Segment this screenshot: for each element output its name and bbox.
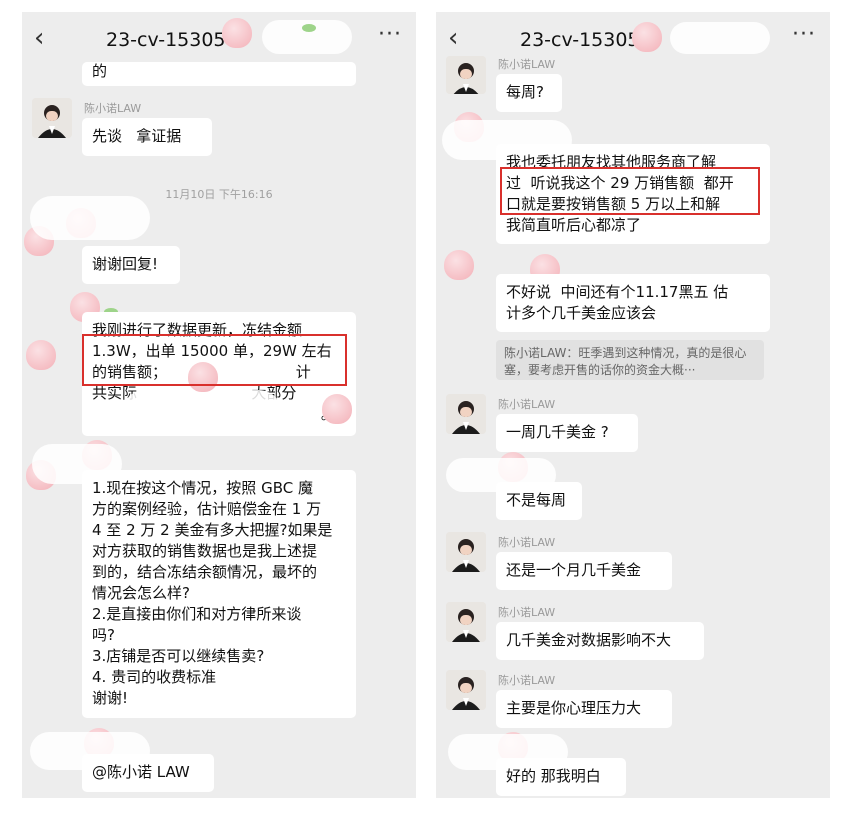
message-text: 计多个几千美金应该会 <box>506 304 657 322</box>
message-bubble[interactable]: 一周几千美金 ? <box>496 414 638 452</box>
message-bubble[interactable]: 好的 那我明白 <box>496 758 626 796</box>
message-text: 不是每周 <box>506 491 567 509</box>
message-text: 不好说 中间还有个11.17黑五 估 <box>506 283 729 301</box>
quote-text: 陈小诺LAW：旺季遇到这种情况，真的是很心塞，要考虑开售的话你的资金大概··· <box>504 346 747 377</box>
chat-panel-right: ‹ 23-cv-15305 ··· 陈小诺LAW 每周? 我也委托朋友找其他服务… <box>436 12 830 798</box>
sender-name: 陈小诺LAW <box>498 398 556 411</box>
message-text: 2.是直接由你们和对方律所来谈 <box>92 605 302 623</box>
message-text: 我简直听后心都凉了 <box>506 216 642 234</box>
message-text: 到的，结合冻结余额情况，最坏的 <box>92 563 318 581</box>
sender-name: 陈小诺LAW <box>498 674 556 687</box>
message-text: 的 <box>92 62 108 80</box>
cloud-sticker <box>30 196 150 240</box>
chevron-left-icon[interactable]: ‹ <box>34 23 44 53</box>
sender-name: 陈小诺LAW <box>498 536 556 549</box>
message-text: 主要是你心理压力大 <box>506 699 642 717</box>
message-text: 情况会怎么样? <box>92 584 190 602</box>
flower-sticker <box>632 22 662 52</box>
cloud-sticker <box>670 22 770 54</box>
ellipsis-icon[interactable]: ··· <box>378 22 402 47</box>
chat-panel-left: ‹ 23-cv-15305 ··· 的 陈小诺LAW 先谈 拿证据 11月10日… <box>22 12 416 798</box>
message-bubble[interactable]: 还是一个月几千美金 <box>496 552 672 590</box>
message-text: 几千美金对数据影响不大 <box>506 631 672 649</box>
message-bubble[interactable]: 谢谢回复! <box>82 246 180 284</box>
message-text: 好的 那我明白 <box>506 767 601 785</box>
leaf-sticker <box>302 24 316 32</box>
message-bubble[interactable]: 的 <box>82 62 356 86</box>
message-text: 谢谢! <box>92 689 129 707</box>
avatar[interactable] <box>446 394 486 434</box>
quoted-reply[interactable]: 陈小诺LAW：旺季遇到这种情况，真的是很心塞，要考虑开售的话你的资金大概··· <box>496 340 764 380</box>
flower-sticker <box>222 18 252 48</box>
avatar[interactable] <box>32 98 72 138</box>
ellipsis-icon[interactable]: ··· <box>792 22 816 47</box>
message-text: 3.店铺是否可以继续售卖? <box>92 647 265 665</box>
chevron-left-icon[interactable]: ‹ <box>448 23 458 53</box>
message-text: 吗? <box>92 626 115 644</box>
message-text: 1.现在按这个情况，按照 GBC 魔 <box>92 479 313 497</box>
message-bubble[interactable]: 1.现在按这个情况，按照 GBC 魔 方的案例经验，估计赔偿金在 1 万 4 至… <box>82 470 356 718</box>
avatar[interactable] <box>446 532 486 572</box>
message-text: 4. 贵司的收费标准 <box>92 668 217 686</box>
avatar[interactable] <box>446 670 486 710</box>
sender-name: 陈小诺LAW <box>498 606 556 619</box>
message-bubble[interactable]: 主要是你心理压力大 <box>496 690 672 728</box>
chat-title: 23-cv-15305 <box>520 29 640 51</box>
message-bubble[interactable]: @陈小诺 LAW <box>82 754 214 792</box>
message-text: 方的案例经验，估计赔偿金在 1 万 <box>92 500 322 518</box>
message-bubble[interactable]: 每周? <box>496 74 562 112</box>
message-text: 先谈 拿证据 <box>92 127 182 145</box>
message-bubble[interactable]: 先谈 拿证据 <box>82 118 212 156</box>
sender-name: 陈小诺LAW <box>498 58 556 71</box>
flower-sticker <box>322 394 352 424</box>
avatar[interactable] <box>446 602 486 642</box>
message-text: 4 至 2 万 2 美金有多大把握?如果是 <box>92 521 333 539</box>
message-text: 对方获取的销售数据也是我上述提 <box>92 542 318 560</box>
message-bubble[interactable]: 几千美金对数据影响不大 <box>496 622 704 660</box>
message-bubble[interactable]: 不是每周 <box>496 482 582 520</box>
message-text: 一周几千美金 ? <box>506 423 609 441</box>
message-text: 谢谢回复! <box>92 255 159 273</box>
chat-title: 23-cv-15305 <box>106 29 226 51</box>
message-bubble[interactable]: 不好说 中间还有个11.17黑五 估 计多个几千美金应该会 <box>496 274 770 332</box>
message-text: 还是一个月几千美金 <box>506 561 642 579</box>
highlight-box <box>82 334 347 386</box>
cloud-sticker <box>122 390 282 436</box>
avatar[interactable] <box>446 56 486 94</box>
flower-sticker <box>26 340 56 370</box>
highlight-box <box>500 167 760 215</box>
message-text: @陈小诺 LAW <box>92 763 190 781</box>
flower-sticker <box>444 250 474 280</box>
chat-header: ‹ 23-cv-15305 ··· <box>22 12 416 68</box>
sender-name: 陈小诺LAW <box>84 102 142 115</box>
message-text: 每周? <box>506 83 544 101</box>
